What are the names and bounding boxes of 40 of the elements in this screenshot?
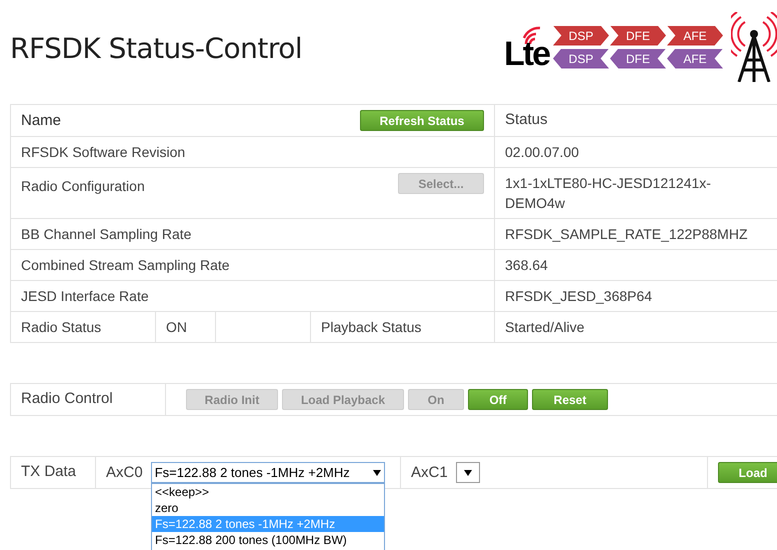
chain-chevron: DSP (553, 48, 609, 68)
dropdown-arrow-icon (372, 470, 381, 476)
dropdown-option[interactable]: zero (152, 500, 384, 516)
table-cell: Playback Status (321, 319, 422, 335)
table-cell: RFSDK_JESD_368P64 (505, 288, 652, 304)
table-cell: Started/Alive (505, 319, 584, 335)
table-cell: RFSDK Software Revision (21, 144, 186, 160)
table-cell: 02.00.07.00 (505, 144, 579, 160)
load-button[interactable]: Load (718, 462, 777, 483)
chain-chevron: AFE (667, 48, 723, 68)
field-label: AxC0 (106, 462, 143, 482)
row-label: Radio Control (21, 390, 113, 407)
column-header: Status (505, 111, 548, 128)
dropdown-arrow-icon (464, 470, 472, 476)
radio-tower-icon (731, 12, 777, 82)
table-cell-text: 1x1-1xLTE80-HC-JESD121241x-DEMO4w (505, 174, 712, 213)
dropdown-option[interactable]: <<keep>> (152, 484, 384, 500)
column-header: Name (21, 110, 62, 130)
table-cell: 368.64 (505, 257, 548, 273)
table-cell: Radio Status (21, 319, 102, 335)
field-label: AxC1 (411, 462, 448, 482)
lte-logo-text: Lte (504, 40, 549, 68)
table-cell: Combined Stream Sampling Rate (21, 257, 230, 273)
table-cell: ON (166, 319, 187, 335)
action-button[interactable]: Off (468, 389, 528, 410)
table-cell: BB Channel Sampling Rate (21, 226, 192, 242)
table-cell-text: Radio Configuration (21, 177, 145, 196)
action-button[interactable]: Refresh Status (360, 110, 484, 131)
chain-chevron: DSP (553, 26, 609, 46)
dropdown-select[interactable] (456, 462, 480, 483)
table-cell: RFSDK_SAMPLE_RATE_122P88MHZ (505, 226, 748, 242)
table-cell: JESD Interface Rate (21, 288, 149, 304)
dropdown-option[interactable]: Fs=122.88 200 tones (100MHz BW) (152, 532, 384, 548)
row-label: TX Data (21, 463, 76, 480)
action-button[interactable]: Reset (532, 389, 608, 410)
chain-chevron: DFE (610, 48, 666, 68)
chain-chevron: DFE (610, 26, 666, 46)
chain-chevron: AFE (667, 26, 723, 46)
dropdown-option[interactable]: Fs=122.88 2 tones -1MHz +2MHz (152, 516, 384, 532)
page-title: RFSDK Status-Control (10, 31, 302, 67)
